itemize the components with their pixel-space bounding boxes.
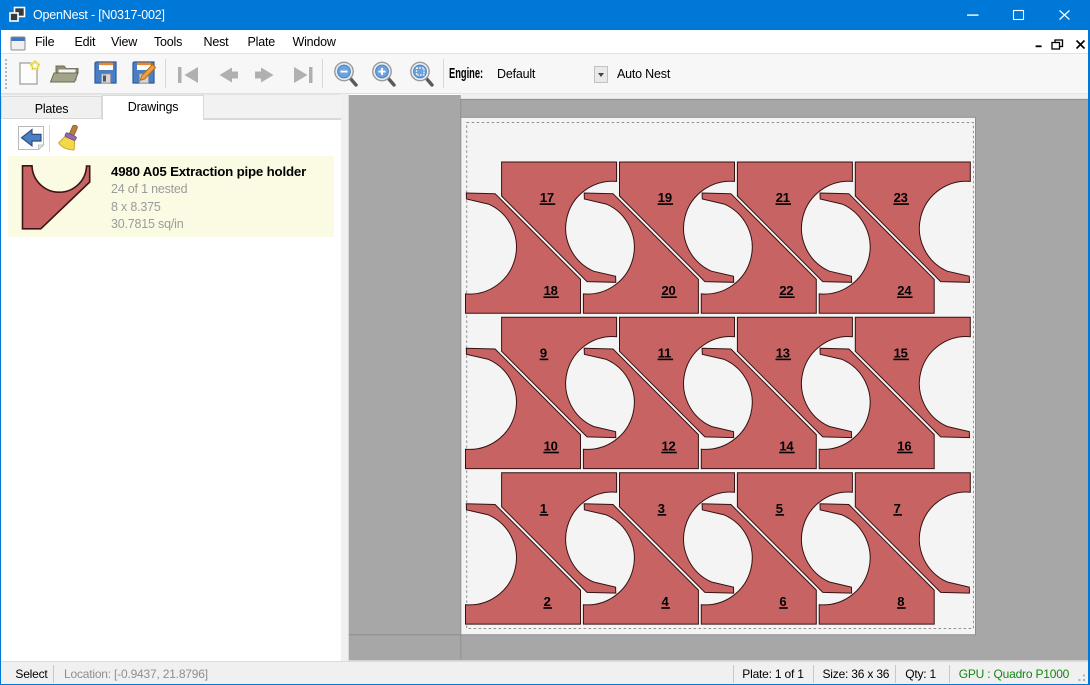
svg-text:13: 13 — [776, 345, 790, 360]
svg-text:5: 5 — [776, 501, 783, 516]
svg-text:1: 1 — [540, 501, 547, 516]
svg-text:9: 9 — [540, 345, 547, 360]
svg-text:17: 17 — [540, 190, 554, 205]
svg-text:24: 24 — [897, 283, 912, 298]
svg-text:11: 11 — [658, 345, 671, 360]
svg-text:15: 15 — [894, 345, 908, 360]
svg-text:3: 3 — [658, 501, 665, 516]
svg-text:22: 22 — [779, 283, 793, 298]
svg-text:23: 23 — [894, 190, 908, 205]
svg-text:16: 16 — [897, 438, 911, 453]
svg-text:21: 21 — [776, 190, 790, 205]
svg-text:14: 14 — [779, 438, 794, 453]
svg-text:4: 4 — [662, 594, 670, 609]
svg-text:7: 7 — [894, 501, 901, 516]
svg-text:20: 20 — [662, 283, 676, 298]
svg-text:2: 2 — [544, 594, 551, 609]
svg-text:10: 10 — [544, 438, 558, 453]
svg-text:12: 12 — [662, 438, 676, 453]
svg-text:18: 18 — [544, 283, 558, 298]
svg-text:19: 19 — [658, 190, 672, 205]
svg-text:6: 6 — [779, 594, 786, 609]
svg-text:8: 8 — [897, 594, 904, 609]
